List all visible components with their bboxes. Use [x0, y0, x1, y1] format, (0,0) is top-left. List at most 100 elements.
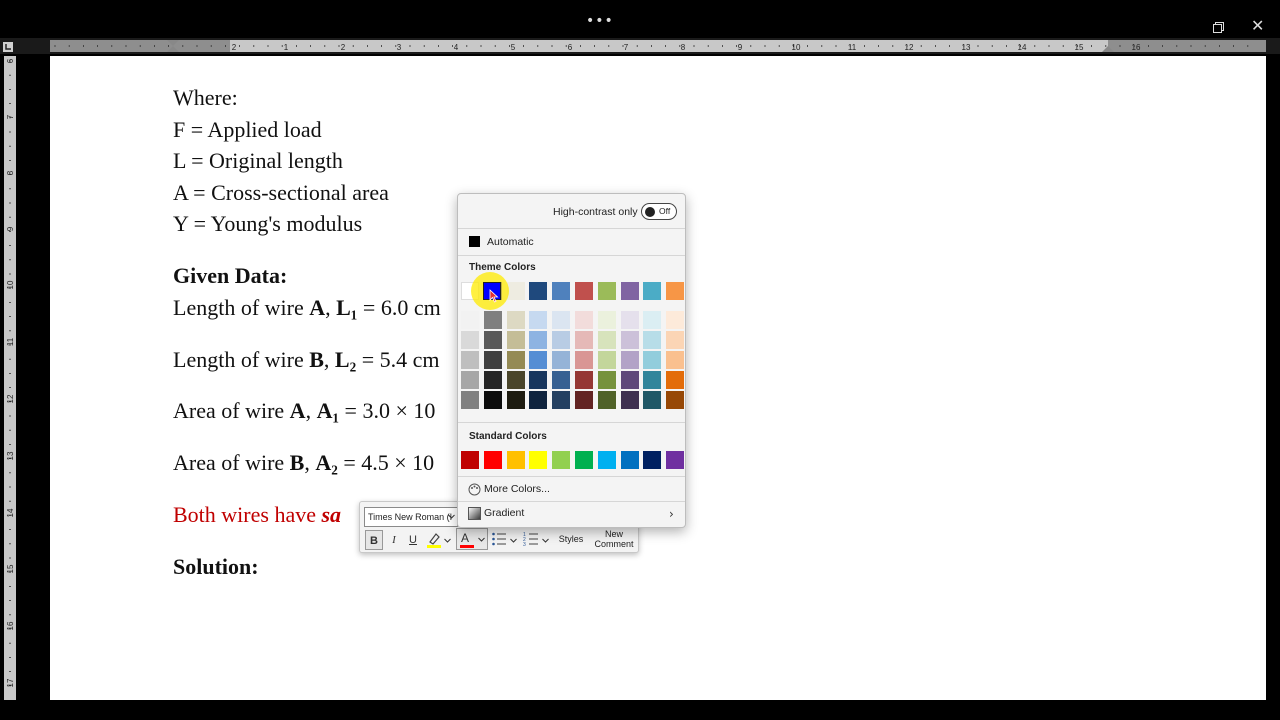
- theme-shade-swatch[interactable]: [483, 371, 502, 389]
- given-data-heading[interactable]: Given Data:: [173, 263, 287, 289]
- standard-color-swatch[interactable]: [643, 451, 662, 469]
- theme-shade-swatch[interactable]: [666, 391, 685, 409]
- theme-shade-swatch[interactable]: [597, 331, 616, 349]
- chevron-down-icon[interactable]: [478, 537, 485, 543]
- standard-color-swatch[interactable]: [597, 451, 616, 469]
- theme-shade-swatch[interactable]: [461, 331, 479, 349]
- theme-shade-swatch[interactable]: [529, 391, 548, 409]
- theme-shade-swatch[interactable]: [666, 371, 685, 389]
- theme-shade-swatch[interactable]: [529, 351, 548, 369]
- doc-line-length[interactable]: L = Original length: [173, 148, 343, 174]
- theme-shade-swatch[interactable]: [506, 331, 525, 349]
- data-line-area-a[interactable]: Area of wire A, A₁ = 3.0 × 10: [173, 398, 435, 424]
- doc-line-where[interactable]: Where:: [173, 85, 238, 111]
- more-colors-option[interactable]: More Colors...: [458, 480, 685, 500]
- theme-color-swatch[interactable]: [575, 282, 593, 300]
- doc-line-force[interactable]: F = Applied load: [173, 117, 322, 143]
- theme-shade-swatch[interactable]: [461, 311, 479, 329]
- standard-color-swatch[interactable]: [483, 451, 502, 469]
- numbering-icon[interactable]: 1 2 3: [523, 531, 539, 547]
- ellipsis-icon[interactable]: •••: [586, 14, 614, 28]
- theme-shade-swatch[interactable]: [506, 391, 525, 409]
- theme-shade-swatch[interactable]: [575, 311, 593, 329]
- theme-shade-swatch[interactable]: [597, 371, 616, 389]
- theme-shade-swatch[interactable]: [666, 351, 685, 369]
- theme-shade-swatch[interactable]: [597, 391, 616, 409]
- solution-heading[interactable]: Solution:: [173, 554, 259, 580]
- standard-color-swatch[interactable]: [620, 451, 639, 469]
- theme-shade-swatch[interactable]: [666, 331, 685, 349]
- standard-color-swatch[interactable]: [666, 451, 685, 469]
- theme-shade-swatch[interactable]: [643, 351, 662, 369]
- font-name-dropdown[interactable]: Times New Roman (I: [364, 507, 458, 527]
- theme-shade-swatch[interactable]: [506, 371, 525, 389]
- bold-button[interactable]: B: [365, 530, 383, 550]
- theme-shade-swatch[interactable]: [552, 351, 571, 369]
- highlighter-icon[interactable]: [426, 531, 442, 549]
- standard-color-swatch[interactable]: [575, 451, 593, 469]
- theme-shade-swatch[interactable]: [506, 351, 525, 369]
- underline-button[interactable]: U: [406, 530, 420, 550]
- red-note-line[interactable]: Both wires have sa: [173, 502, 341, 528]
- theme-shade-swatch[interactable]: [620, 351, 639, 369]
- theme-shade-swatch[interactable]: [620, 391, 639, 409]
- theme-shade-swatch[interactable]: [529, 371, 548, 389]
- theme-shade-swatch[interactable]: [529, 311, 548, 329]
- theme-shade-swatch[interactable]: [575, 391, 593, 409]
- chevron-down-icon[interactable]: [510, 538, 517, 544]
- theme-shade-swatch[interactable]: [552, 331, 571, 349]
- tab-selector-icon[interactable]: [3, 42, 13, 52]
- theme-shade-swatch[interactable]: [461, 391, 479, 409]
- data-line-length-b[interactable]: Length of wire B, L₂ = 5.4 cm: [173, 347, 440, 373]
- theme-shade-swatch[interactable]: [552, 391, 571, 409]
- chevron-down-icon[interactable]: [542, 538, 549, 544]
- theme-shade-swatch[interactable]: [620, 371, 639, 389]
- new-comment-button[interactable]: New Comment: [592, 527, 636, 551]
- theme-color-swatch[interactable]: [529, 282, 548, 300]
- theme-shade-swatch[interactable]: [461, 351, 479, 369]
- theme-shade-swatch[interactable]: [620, 311, 639, 329]
- italic-button[interactable]: I: [387, 530, 401, 550]
- styles-button[interactable]: Styles: [556, 534, 586, 544]
- theme-shade-swatch[interactable]: [529, 331, 548, 349]
- bullets-icon[interactable]: [491, 531, 507, 547]
- theme-shade-swatch[interactable]: [483, 391, 502, 409]
- font-color-button[interactable]: A: [456, 528, 488, 550]
- theme-shade-swatch[interactable]: [643, 311, 662, 329]
- theme-color-swatch[interactable]: [506, 282, 525, 300]
- theme-shade-swatch[interactable]: [461, 371, 479, 389]
- theme-shade-swatch[interactable]: [552, 311, 571, 329]
- chevron-down-icon[interactable]: [448, 514, 455, 520]
- theme-color-swatch[interactable]: [597, 282, 616, 300]
- theme-color-swatch[interactable]: [552, 282, 571, 300]
- theme-shade-swatch[interactable]: [643, 391, 662, 409]
- standard-color-swatch[interactable]: [529, 451, 548, 469]
- standard-color-swatch[interactable]: [461, 451, 479, 469]
- theme-shade-swatch[interactable]: [483, 351, 502, 369]
- theme-shade-swatch[interactable]: [506, 311, 525, 329]
- theme-shade-swatch[interactable]: [575, 331, 593, 349]
- theme-shade-swatch[interactable]: [666, 311, 685, 329]
- restore-icon[interactable]: [1213, 22, 1224, 33]
- gradient-option[interactable]: Gradient ›: [458, 504, 685, 524]
- theme-shade-swatch[interactable]: [643, 371, 662, 389]
- standard-color-swatch[interactable]: [506, 451, 525, 469]
- theme-shade-swatch[interactable]: [643, 331, 662, 349]
- doc-line-youngs[interactable]: Y = Young's modulus: [173, 211, 362, 237]
- theme-shade-swatch[interactable]: [597, 351, 616, 369]
- chevron-down-icon[interactable]: [444, 538, 451, 544]
- theme-color-swatch[interactable]: [620, 282, 639, 300]
- theme-shade-swatch[interactable]: [597, 311, 616, 329]
- data-line-length-a[interactable]: Length of wire A, L₁ = 6.0 cm: [173, 295, 441, 321]
- theme-shade-swatch[interactable]: [483, 311, 502, 329]
- standard-color-swatch[interactable]: [552, 451, 571, 469]
- theme-shade-swatch[interactable]: [575, 351, 593, 369]
- theme-shade-swatch[interactable]: [620, 331, 639, 349]
- close-icon[interactable]: ✕: [1251, 18, 1264, 34]
- theme-color-swatch[interactable]: [643, 282, 662, 300]
- doc-line-area[interactable]: A = Cross-sectional area: [173, 180, 389, 206]
- theme-shade-swatch[interactable]: [483, 331, 502, 349]
- automatic-color-option[interactable]: Automatic: [462, 232, 682, 252]
- theme-color-swatch[interactable]: [666, 282, 685, 300]
- theme-shade-swatch[interactable]: [575, 371, 593, 389]
